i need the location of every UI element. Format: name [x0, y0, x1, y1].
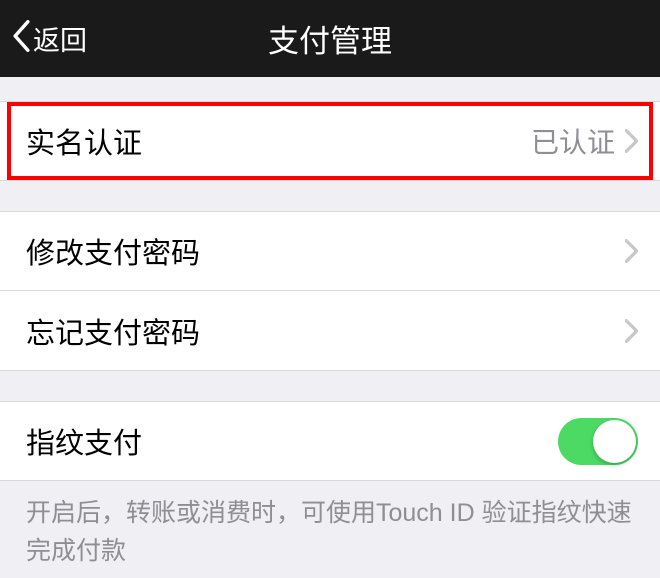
back-label: 返回 — [33, 19, 87, 58]
chevron-right-icon — [625, 129, 638, 153]
row-change-password[interactable]: 修改支付密码 — [0, 211, 660, 291]
row-label: 实名认证 — [26, 120, 531, 162]
toggle-knob — [593, 420, 636, 463]
chevron-right-icon — [625, 319, 638, 343]
row-realname-auth[interactable]: 实名认证 已认证 — [0, 101, 660, 181]
back-chevron-icon — [12, 20, 31, 57]
fingerprint-toggle[interactable] — [558, 418, 638, 465]
row-label: 指纹支付 — [26, 420, 558, 462]
navbar: 返回 支付管理 — [0, 0, 660, 77]
row-fingerprint-pay[interactable]: 指纹支付 — [0, 401, 660, 481]
group-password: 修改支付密码 忘记支付密码 — [0, 211, 660, 371]
row-label: 忘记支付密码 — [26, 310, 625, 352]
row-forgot-password[interactable]: 忘记支付密码 — [0, 291, 660, 371]
row-value: 已认证 — [531, 121, 615, 161]
chevron-right-icon — [625, 239, 638, 263]
group-fingerprint: 指纹支付 开启后，转账或消费时，可使用Touch ID 验证指纹快速完成付款 — [0, 401, 660, 570]
back-button[interactable]: 返回 — [0, 19, 87, 58]
row-label: 修改支付密码 — [26, 230, 625, 272]
fingerprint-note: 开启后，转账或消费时，可使用Touch ID 验证指纹快速完成付款 — [0, 481, 660, 570]
group-identity: 实名认证 已认证 — [0, 101, 660, 181]
page-title: 支付管理 — [268, 16, 392, 61]
